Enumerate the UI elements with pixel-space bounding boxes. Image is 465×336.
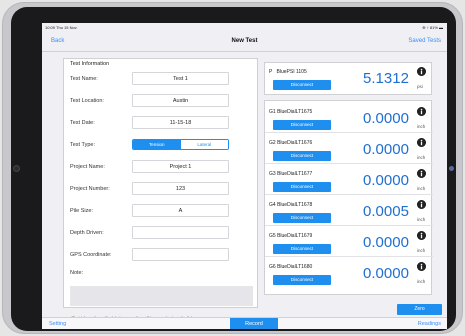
bottom-toolbar: Setting Record Readings xyxy=(42,317,447,329)
gauge-row: G2 BlueDialLT1676 Disconnect 0.0000 inch xyxy=(265,136,433,164)
project-number-field[interactable]: 123 xyxy=(132,182,229,195)
note-textarea[interactable] xyxy=(70,286,253,306)
gauge-disconnect-button[interactable]: Disconnect xyxy=(273,182,331,192)
dial-gauges-card: G1 BlueDialLT1675 Disconnect 0.0000 inch… xyxy=(264,100,433,295)
gauge-disconnect-button[interactable]: Disconnect xyxy=(273,213,331,223)
pressure-value: 5.1312 xyxy=(363,70,409,87)
test-name-row: Test Name: Test 1 xyxy=(70,72,256,86)
pile-size-label: Pile Size: xyxy=(70,208,93,214)
panel-title: Test Information xyxy=(70,61,110,67)
gps-coordinate-field[interactable] xyxy=(132,248,229,261)
info-icon[interactable] xyxy=(417,169,426,178)
page-title: New Test xyxy=(231,38,258,44)
test-type-segmented-control: Tension Lateral xyxy=(132,139,229,150)
test-location-row: Test Location: Austin xyxy=(70,94,256,108)
gauge-row: G4 BlueDialLT1678 Disconnect 0.0005 inch xyxy=(265,198,433,226)
segment-tension[interactable]: Tension xyxy=(133,140,181,149)
depth-driven-field[interactable] xyxy=(132,226,229,239)
gauge-unit: inch xyxy=(417,124,426,129)
pressure-disconnect-button[interactable]: Disconnect xyxy=(273,80,331,90)
depth-driven-label: Depth Driven: xyxy=(70,230,104,236)
test-location-label: Test Location: xyxy=(70,98,104,104)
gauge-disconnect-button[interactable]: Disconnect xyxy=(273,244,331,254)
note-row: Note: xyxy=(70,266,256,280)
gauge-row: G3 BlueDialLT1677 Disconnect 0.0000 inch xyxy=(265,167,433,195)
pressure-sensor-card: P BluePSI 1105 Disconnect 5.1312 psi xyxy=(264,62,432,95)
readings-button[interactable]: Readings xyxy=(418,321,441,327)
gauge-name: G5 BlueDialLT1679 xyxy=(269,233,313,239)
sensor-dot xyxy=(449,166,454,171)
project-number-label: Project Number: xyxy=(70,186,110,192)
test-date-row: Test Date: 11-15-18 xyxy=(70,116,256,130)
project-name-field[interactable]: Project 1 xyxy=(132,160,229,173)
status-battery: ⊕ ↑ 81% ▬ xyxy=(422,25,443,30)
test-date-field[interactable]: 11-15-18 xyxy=(132,116,229,129)
gauge-name: G6 BlueDialLT1680 xyxy=(269,264,313,270)
gauge-value: 0.0000 xyxy=(363,110,409,127)
pile-size-row: Pile Size: A xyxy=(70,204,256,218)
setting-button[interactable]: Setting xyxy=(49,321,66,327)
gauge-name: G1 BlueDialLT1675 xyxy=(269,109,313,115)
test-type-row: Test Type: Tension Lateral xyxy=(70,138,256,152)
gauge-value: 0.0000 xyxy=(363,265,409,282)
pressure-unit: psi xyxy=(417,84,423,89)
project-name-label: Project Name: xyxy=(70,164,105,170)
info-icon[interactable] xyxy=(417,262,426,271)
gauge-row: G1 BlueDialLT1675 Disconnect 0.0000 inch xyxy=(265,105,433,133)
gauge-unit: inch xyxy=(417,217,426,222)
pile-size-field[interactable]: A xyxy=(132,204,229,217)
app-screen: 10:09 Thu 15 Nov ⊕ ↑ 81% ▬ Back New Test… xyxy=(42,23,447,329)
info-icon[interactable] xyxy=(417,200,426,209)
project-name-row: Project Name: Project 1 xyxy=(70,160,256,174)
gauge-value: 0.0000 xyxy=(363,141,409,158)
gauge-value: 0.0005 xyxy=(363,203,409,220)
depth-driven-row: Depth Driven: xyxy=(70,226,256,240)
info-icon[interactable] xyxy=(417,67,426,76)
info-icon[interactable] xyxy=(417,107,426,116)
segment-lateral[interactable]: Lateral xyxy=(180,140,228,149)
status-time: 10:09 Thu 15 Nov xyxy=(45,25,77,30)
gauge-value: 0.0000 xyxy=(363,172,409,189)
gauge-name: G3 BlueDialLT1677 xyxy=(269,171,313,177)
test-date-label: Test Date: xyxy=(70,120,95,126)
saved-tests-button[interactable]: Saved Tests xyxy=(408,38,441,44)
navigation-bar: Back New Test Saved Tests xyxy=(42,32,447,52)
gauge-unit: inch xyxy=(417,186,426,191)
ipad-frame: 10:09 Thu 15 Nov ⊕ ↑ 81% ▬ Back New Test… xyxy=(2,2,463,334)
gauge-row: G6 BlueDialLT1680 Disconnect 0.0000 inch xyxy=(265,260,433,288)
gauge-value: 0.0000 xyxy=(363,234,409,251)
gauge-name: G4 BlueDialLT1678 xyxy=(269,202,313,208)
status-bar: 10:09 Thu 15 Nov ⊕ ↑ 81% ▬ xyxy=(42,23,447,32)
test-location-field[interactable]: Austin xyxy=(132,94,229,107)
pressure-sensor-row: P BluePSI 1105 Disconnect 5.1312 psi xyxy=(265,65,433,93)
gauge-disconnect-button[interactable]: Disconnect xyxy=(273,275,331,285)
gauge-unit: inch xyxy=(417,155,426,160)
gps-coordinate-label: GPS Coordinate: xyxy=(70,252,112,258)
info-icon[interactable] xyxy=(417,138,426,147)
gauge-disconnect-button[interactable]: Disconnect xyxy=(273,151,331,161)
record-button[interactable]: Record xyxy=(230,318,278,329)
gauge-disconnect-button[interactable]: Disconnect xyxy=(273,120,331,130)
ipad-bezel: 10:09 Thu 15 Nov ⊕ ↑ 81% ▬ Back New Test… xyxy=(11,7,456,331)
test-name-field[interactable]: Test 1 xyxy=(132,72,229,85)
zero-button[interactable]: Zero xyxy=(397,304,442,315)
test-name-label: Test Name: xyxy=(70,76,98,82)
pressure-sensor-name: P BluePSI 1105 xyxy=(269,69,307,75)
note-label: Note: xyxy=(70,270,84,276)
test-type-label: Test Type: xyxy=(70,142,95,148)
test-information-panel: Test Information Test Name: Test 1 Test … xyxy=(63,58,258,308)
gauge-name: G2 BlueDialLT1676 xyxy=(269,140,313,146)
project-number-row: Project Number: 123 xyxy=(70,182,256,196)
gauge-unit: inch xyxy=(417,279,426,284)
gauge-row: G5 BlueDialLT1679 Disconnect 0.0000 inch xyxy=(265,229,433,257)
gauge-unit: inch xyxy=(417,248,426,253)
gps-coordinate-row: GPS Coordinate: xyxy=(70,248,256,262)
camera-icon xyxy=(13,165,20,172)
info-icon[interactable] xyxy=(417,231,426,240)
